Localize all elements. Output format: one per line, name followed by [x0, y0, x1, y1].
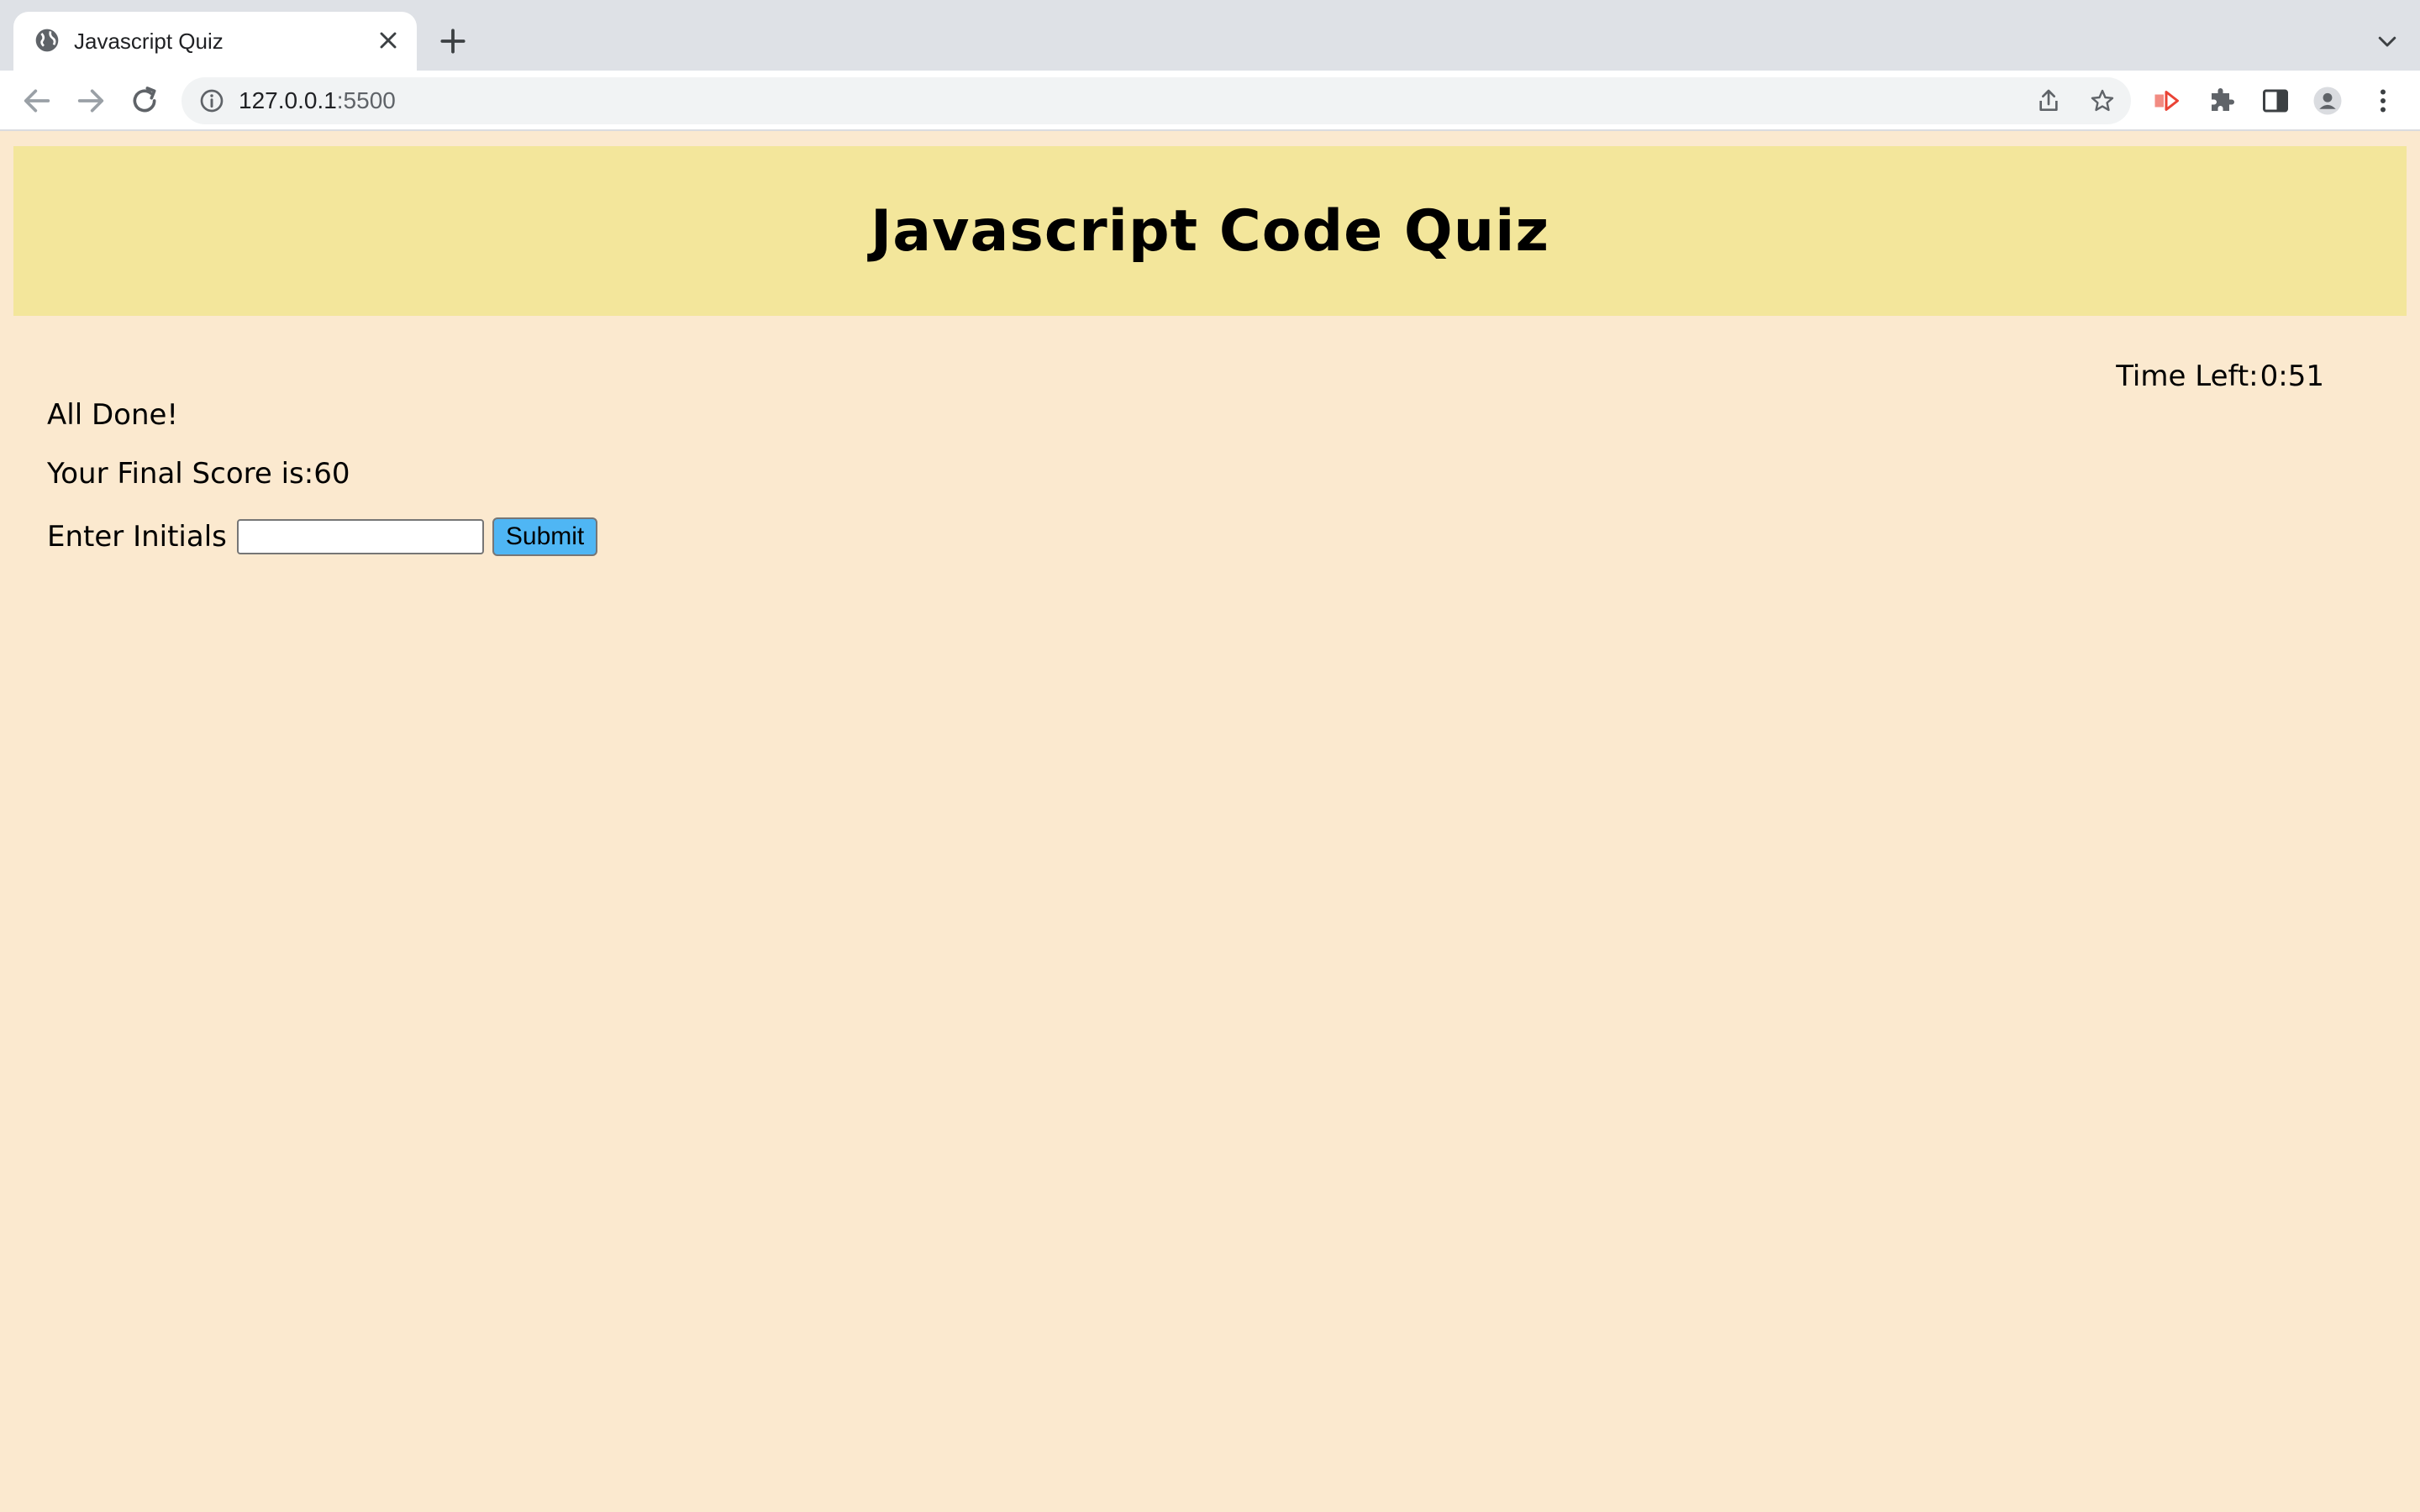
final-score-label: Your Final Score is: [47, 457, 314, 491]
side-panel-icon[interactable] [2260, 86, 2291, 116]
final-score-value: 60 [313, 457, 350, 491]
timer-value: 0:51 [2260, 360, 2324, 393]
final-score: Your Final Score is:60 [47, 457, 350, 491]
close-icon[interactable] [375, 27, 402, 54]
timer: Time Left:0:51 [2116, 360, 2324, 393]
globe-icon [35, 29, 59, 52]
browser-toolbar: 127.0.0.1:5500 [0, 71, 2420, 131]
page-viewport: Javascript Code Quiz Time Left:0:51 All … [0, 131, 2420, 1512]
initials-input[interactable] [236, 519, 484, 554]
address-bar[interactable]: 127.0.0.1:5500 [182, 77, 2131, 124]
chevron-down-icon[interactable] [2375, 29, 2400, 54]
timer-label: Time Left: [2116, 360, 2259, 393]
extension-cast-icon[interactable] [2151, 86, 2181, 116]
profile-avatar-icon[interactable] [2312, 86, 2343, 116]
browser-tab-strip: Javascript Quiz [0, 0, 2420, 71]
new-tab-icon[interactable] [437, 25, 469, 57]
done-heading: All Done! [47, 398, 179, 432]
submit-button[interactable]: Submit [492, 517, 598, 556]
share-icon[interactable] [2035, 87, 2062, 114]
browser-tab[interactable]: Javascript Quiz [13, 12, 417, 71]
url-host: 127.0.0.1 [239, 87, 337, 113]
info-icon[interactable] [198, 87, 225, 114]
tab-title: Javascript Quiz [74, 29, 224, 54]
page-title: Javascript Code Quiz [870, 197, 1550, 265]
reload-icon[interactable] [128, 84, 161, 118]
more-menu-icon[interactable] [2368, 86, 2398, 116]
initials-form: Enter Initials Submit [47, 516, 598, 558]
back-arrow-icon[interactable] [20, 84, 54, 118]
bookmark-star-icon[interactable] [2089, 87, 2116, 114]
page-header: Javascript Code Quiz [13, 146, 2407, 316]
initials-label: Enter Initials [47, 520, 227, 554]
forward-arrow-icon[interactable] [74, 84, 108, 118]
url-text: 127.0.0.1:5500 [239, 87, 396, 114]
extensions-puzzle-icon[interactable] [2207, 86, 2237, 116]
url-port: :5500 [336, 87, 396, 113]
